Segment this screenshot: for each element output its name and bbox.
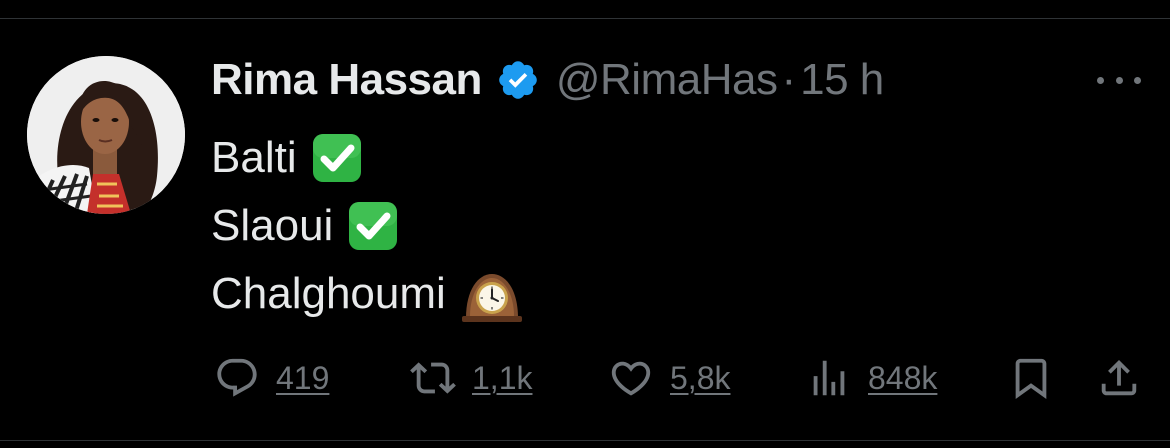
like-button[interactable]: 5,8k (608, 350, 730, 406)
reply-count[interactable]: 419 (276, 360, 329, 397)
views-button[interactable]: 848k (806, 350, 937, 406)
tweet-line-text: Balti (211, 133, 297, 182)
retweet-button[interactable]: 1,1k (410, 350, 532, 406)
tweet-line-text: Chalghoumi (211, 269, 446, 318)
more-icon[interactable] (1097, 72, 1141, 88)
timestamp[interactable]: 15 h (800, 55, 884, 105)
avatar[interactable] (27, 56, 185, 214)
views-count[interactable]: 848k (868, 360, 937, 397)
reply-button[interactable]: 419 (214, 350, 329, 406)
heart-icon (611, 361, 651, 396)
tweet-line: Chalghoumi (211, 260, 522, 328)
retweet-icon (410, 362, 456, 394)
tweet-line-text: Slaoui (211, 201, 334, 250)
separator-dot: · (781, 55, 797, 104)
author-display-name[interactable]: Rima Hassan (211, 55, 482, 105)
tweet-line: Balti (211, 124, 512, 192)
top-divider (0, 18, 1170, 19)
tweet-header: Rima Hassan @RimaHas · 15 h (211, 50, 884, 110)
white-check-mark-icon (311, 132, 363, 184)
bookmark-button[interactable] (1008, 350, 1054, 406)
tweet-text: Balti Slaoui Chalghoumi (211, 124, 522, 328)
white-check-mark-icon (347, 200, 399, 252)
action-bar: 419 1,1k 5,8k 848k (0, 350, 1170, 406)
share-icon (1101, 359, 1137, 396)
tweet-line: Slaoui (211, 192, 512, 260)
verified-badge-icon[interactable] (496, 58, 540, 102)
share-button[interactable] (1096, 350, 1142, 406)
mantelpiece-clock-icon (460, 268, 522, 322)
author-handle[interactable]: @RimaHas (556, 55, 778, 105)
retweet-count[interactable]: 1,1k (472, 360, 532, 397)
like-count[interactable]: 5,8k (670, 360, 730, 397)
views-icon (813, 360, 845, 396)
reply-icon (217, 358, 257, 397)
bottom-divider (0, 440, 1170, 441)
bookmark-icon (1015, 358, 1047, 399)
